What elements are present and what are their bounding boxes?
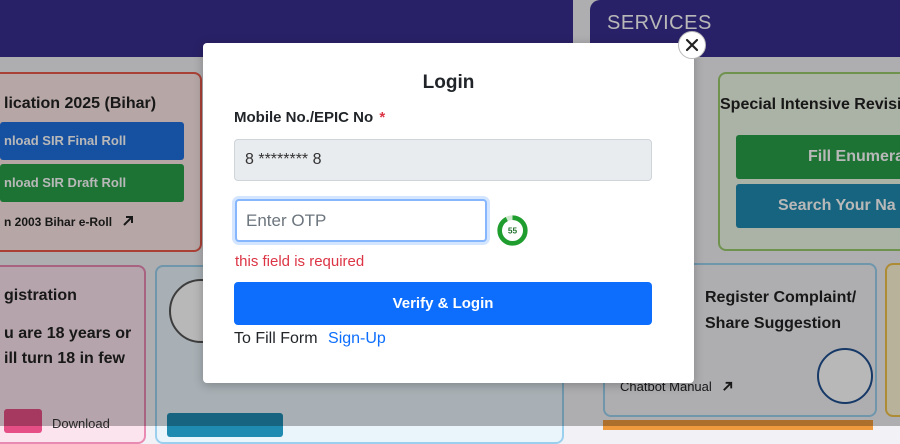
close-modal-button[interactable]	[678, 31, 706, 59]
mobile-epic-input[interactable]	[234, 139, 652, 181]
otp-timer-value: 55	[508, 227, 518, 236]
signup-link[interactable]: Sign-Up	[328, 330, 386, 347]
fill-form-text: To Fill Form	[234, 330, 318, 347]
verify-login-button[interactable]: Verify & Login	[234, 282, 652, 325]
otp-countdown-timer: 55	[497, 215, 528, 246]
otp-error-message: this field is required	[235, 253, 365, 270]
signup-row: To Fill Form Sign-Up	[234, 330, 386, 348]
required-asterisk: *	[379, 109, 386, 126]
close-icon	[685, 38, 699, 52]
mobile-field-label: Mobile No./EPIC No *	[234, 109, 386, 126]
login-modal: Login Mobile No./EPIC No * 55 this field…	[203, 43, 694, 383]
modal-title: Login	[422, 72, 475, 93]
otp-input[interactable]	[235, 199, 487, 242]
